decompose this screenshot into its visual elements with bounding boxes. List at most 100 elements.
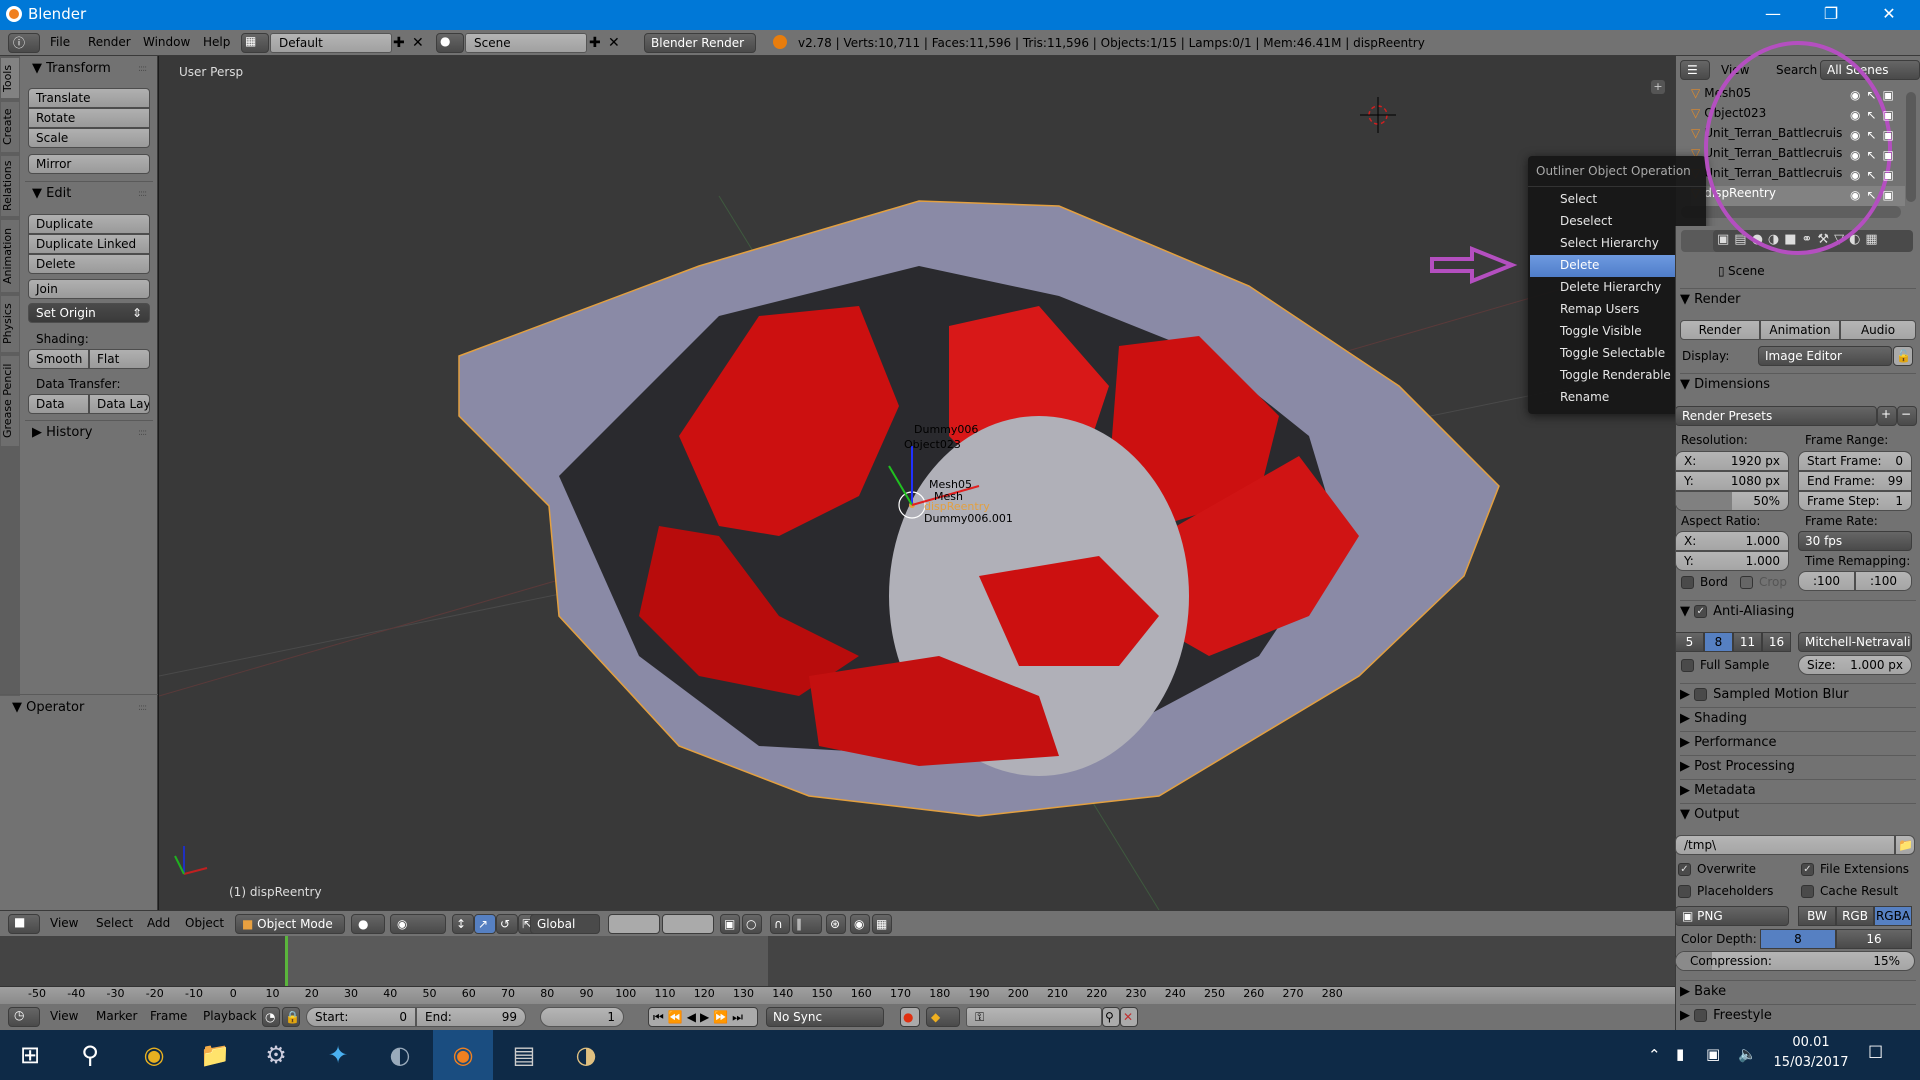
checkbox-icon[interactable]: [1694, 1009, 1708, 1022]
viewport-shading-select[interactable]: ●: [351, 914, 385, 934]
remove-preset-icon[interactable]: −: [1897, 406, 1917, 426]
outliner-menu-view[interactable]: View: [1721, 63, 1749, 77]
outliner-menu-search[interactable]: Search: [1776, 63, 1817, 77]
properties-context-tabs[interactable]: ▣▤●◑■⚭⚒▽◐▦: [1713, 230, 1913, 252]
minimize-button[interactable]: —: [1744, 0, 1802, 30]
menu-item-select[interactable]: Select: [1530, 189, 1704, 211]
restrict-toggles[interactable]: ◉↖▣: [1850, 168, 1900, 182]
filter-size-field[interactable]: Size: 1.000 px: [1798, 655, 1912, 675]
outliner-row-name[interactable]: dispReentry: [1704, 186, 1776, 200]
collapsed-panel-header[interactable]: ▶ Performance: [1680, 731, 1916, 753]
render-presets-select[interactable]: Render Presets: [1675, 406, 1877, 426]
editor-type-info-icon[interactable]: ⓘ: [8, 33, 40, 53]
time-remap-new-field[interactable]: :100: [1855, 571, 1912, 591]
color-mode-button[interactable]: BW: [1798, 906, 1836, 926]
edit-panel-header[interactable]: ▼ Edit: [32, 186, 71, 201]
action-center-icon[interactable]: ☐: [1868, 1043, 1883, 1063]
add-scene-icon[interactable]: ✚: [589, 35, 601, 51]
outliner-row-name[interactable]: Unit_Terran_Battlecruis: [1704, 166, 1842, 180]
drag-grip-icon[interactable]: ::::: [138, 64, 147, 74]
add-screen-icon[interactable]: ✚: [393, 35, 405, 51]
tab-animation[interactable]: Animation: [1, 220, 19, 292]
outliner-row-name[interactable]: Object023: [1704, 106, 1766, 120]
end-frame-field[interactable]: End Frame: 99: [1798, 471, 1912, 491]
scale-button[interactable]: Scale: [28, 128, 150, 148]
editor-type-outliner-icon[interactable]: ☰: [1680, 60, 1710, 80]
timeline-ruler[interactable]: [0, 986, 1675, 1004]
scene-field[interactable]: Scene: [465, 33, 587, 53]
editor-type-timeline-icon[interactable]: ◷: [8, 1007, 40, 1027]
rotate-manipulator-icon[interactable]: ↺: [496, 914, 518, 934]
delete-button[interactable]: Delete: [28, 254, 150, 274]
render-engine-select[interactable]: Blender Render: [644, 33, 756, 53]
dimensions-panel-header[interactable]: ▼ Dimensions: [1680, 373, 1916, 395]
snap-element-select[interactable]: ∥: [792, 914, 822, 934]
cache-result-checkbox[interactable]: Cache Result: [1801, 884, 1898, 898]
audio-button[interactable]: Audio: [1840, 320, 1916, 340]
checkbox-checked-icon[interactable]: ✓: [1694, 605, 1708, 618]
collapsed-panel-header[interactable]: ▶ Metadata: [1680, 779, 1916, 801]
close-button[interactable]: ✕: [1860, 0, 1918, 30]
chrome-app-icon[interactable]: ◉: [124, 1030, 184, 1080]
menu-render[interactable]: Render: [88, 35, 131, 49]
frame-rate-select[interactable]: 30 fps: [1798, 531, 1912, 551]
steam-app-icon[interactable]: ⚙: [246, 1030, 306, 1080]
crop-checkbox[interactable]: Crop: [1740, 575, 1787, 589]
manipulator-toggle-icon[interactable]: ↕: [452, 914, 474, 934]
output-panel-header[interactable]: ▼ Output: [1680, 803, 1916, 825]
outliner-display-mode-select[interactable]: All Scenes: [1820, 60, 1920, 80]
remove-screen-icon[interactable]: ✕: [412, 35, 424, 51]
tab-grease-pencil[interactable]: Grease Pencil: [1, 356, 19, 446]
render-animation-icon[interactable]: ▦: [872, 914, 892, 934]
lock-camera-icon[interactable]: ▣: [720, 914, 740, 934]
resolution-y-field[interactable]: Y: 1080 px: [1675, 471, 1789, 491]
3d-viewport[interactable]: User Persp (1) dispReentry Dummy006 Obje…: [159, 56, 1675, 910]
duplicate-linked-button[interactable]: Duplicate Linked: [28, 234, 150, 254]
current-frame-field[interactable]: 1: [540, 1007, 624, 1027]
aa-samples-button[interactable]: 16: [1762, 632, 1791, 652]
flat-button[interactable]: Flat: [89, 349, 150, 369]
add-preset-icon[interactable]: +: [1877, 406, 1897, 426]
pivot-point-select[interactable]: ◉: [390, 914, 446, 934]
keying-set-field[interactable]: ⚿: [966, 1007, 1102, 1027]
data-button[interactable]: Data: [28, 394, 89, 414]
render-still-icon[interactable]: ◉: [850, 914, 870, 934]
search-button[interactable]: ⚲: [60, 1030, 120, 1080]
collapsed-panel-header[interactable]: ▶ Post Processing: [1680, 755, 1916, 777]
menu-view[interactable]: View: [50, 1009, 78, 1023]
history-panel-header[interactable]: ▶ History: [32, 425, 92, 440]
aa-samples-button[interactable]: 11: [1733, 632, 1762, 652]
aa-samples-button[interactable]: 8: [1704, 632, 1733, 652]
current-frame-indicator[interactable]: [285, 936, 288, 986]
resolution-percentage-slider[interactable]: 50%: [1675, 491, 1789, 511]
teamspeak-app-icon[interactable]: ◐: [370, 1030, 430, 1080]
color-mode-button[interactable]: RGBA: [1874, 906, 1912, 926]
time-remap-old-field[interactable]: :100: [1798, 571, 1855, 591]
playback-controls[interactable]: ⏮⏪◀▶⏩⏭: [648, 1007, 758, 1027]
menu-window[interactable]: Window: [143, 35, 190, 49]
show-hidden-icons-chevron-icon[interactable]: ⌃: [1648, 1046, 1661, 1064]
animation-button[interactable]: Animation: [1760, 320, 1840, 340]
menu-help[interactable]: Help: [203, 35, 230, 49]
border-checkbox[interactable]: Bord: [1681, 575, 1728, 589]
drag-grip-icon[interactable]: ::::: [138, 428, 147, 438]
collapsed-panel-header[interactable]: ▶ Sampled Motion Blur: [1680, 683, 1916, 705]
screen-layout-field[interactable]: Default: [270, 33, 392, 53]
compression-slider[interactable]: Compression: 15%: [1675, 951, 1915, 971]
join-button[interactable]: Join: [28, 279, 150, 299]
collapsed-panel-header[interactable]: ▶ Shading: [1680, 707, 1916, 729]
tab-physics[interactable]: Physics: [1, 296, 19, 352]
outliner-hscrollbar[interactable]: [1681, 206, 1901, 218]
freestyle-panel-header[interactable]: ▶ Freestyle: [1680, 1004, 1916, 1026]
menu-marker[interactable]: Marker: [96, 1009, 137, 1023]
transform-orientation-select[interactable]: Global: [530, 914, 600, 934]
blender-app-icon[interactable]: ◉: [433, 1030, 493, 1080]
aspect-y-field[interactable]: Y: 1.000: [1675, 551, 1789, 571]
checkbox-icon[interactable]: [1694, 688, 1708, 701]
bake-panel-header[interactable]: ▶ Bake: [1680, 980, 1916, 1002]
restrict-toggles[interactable]: ◉↖▣: [1850, 108, 1900, 122]
translate-manipulator-icon[interactable]: ↗: [474, 914, 496, 934]
end-frame-field[interactable]: End: 99: [416, 1007, 526, 1027]
preview-range-icon[interactable]: ◔: [262, 1007, 280, 1027]
proportional-edit-icon[interactable]: ○: [742, 914, 762, 934]
